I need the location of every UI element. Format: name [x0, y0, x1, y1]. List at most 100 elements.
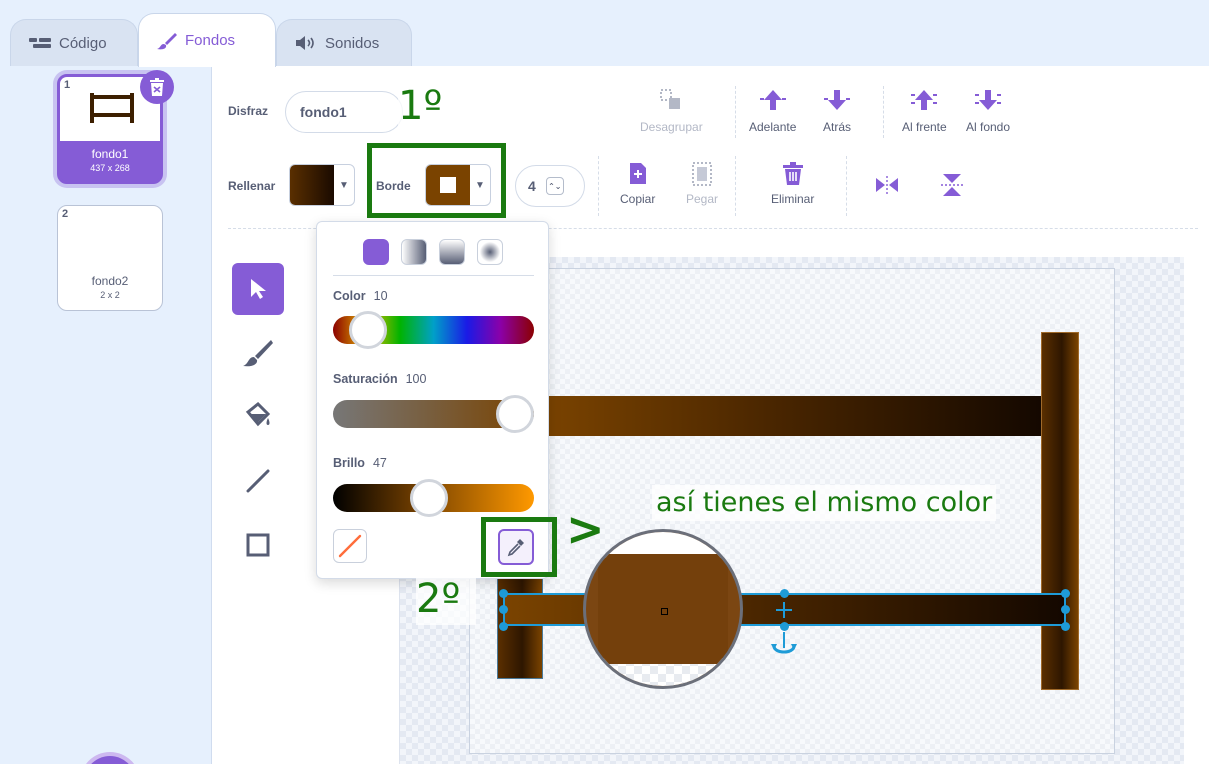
saturation-slider-knob[interactable] — [496, 395, 534, 433]
backward-button[interactable]: Atrás — [823, 88, 851, 134]
popover-divider — [333, 275, 534, 276]
line-tool[interactable] — [232, 455, 284, 507]
saturation-slider-label: Saturación 100 — [333, 372, 426, 386]
resize-handle[interactable] — [499, 589, 508, 598]
brightness-slider-track[interactable] — [333, 479, 534, 517]
resize-handle[interactable] — [499, 622, 508, 631]
flip-vertical-icon — [941, 174, 963, 196]
eyedropper-loupe — [583, 529, 743, 689]
backward-label: Atrás — [823, 120, 852, 134]
color-label: Color — [333, 289, 366, 303]
tab-backdrops-label: Fondos — [185, 32, 236, 49]
radial-gradient-option[interactable] — [477, 239, 503, 265]
saturation-slider-track[interactable] — [333, 395, 534, 433]
annotation-eyedropper-box — [481, 517, 557, 577]
arrow-down-icon — [824, 90, 850, 110]
costume-name-input[interactable] — [285, 91, 403, 133]
move-center-icon[interactable] — [774, 600, 794, 620]
flip-vertical-button[interactable] — [941, 172, 963, 198]
resize-handle[interactable] — [499, 605, 508, 614]
fence-top-rail[interactable] — [545, 396, 1043, 436]
brightness-label: Brillo — [333, 456, 365, 470]
solid-fill-option[interactable] — [363, 239, 389, 265]
tab-sounds[interactable]: Sonidos — [276, 19, 412, 66]
outline-width-stepper[interactable]: 4 ⌃⌄ — [515, 165, 585, 207]
trash-icon — [782, 162, 803, 185]
brightness-slider-knob[interactable] — [409, 479, 448, 517]
tab-backdrops[interactable]: Fondos — [138, 13, 276, 67]
tab-code[interactable]: Código — [10, 19, 138, 66]
annotation-step-1: 1º — [398, 83, 443, 129]
delete-costume-button[interactable] — [140, 70, 174, 104]
resize-handle[interactable] — [1061, 589, 1070, 598]
arrow-bottom-icon — [975, 90, 1002, 110]
forward-button[interactable]: Adelante — [749, 88, 796, 134]
fence-right-post[interactable] — [1041, 332, 1079, 690]
brightness-value: 47 — [372, 456, 387, 470]
costume-item-fondo2[interactable]: 2 fondo2 2 x 2 — [57, 205, 163, 311]
brightness-slider-label: Brillo 47 — [333, 456, 387, 470]
separator — [598, 156, 599, 216]
tab-code-label: Código — [59, 34, 107, 52]
color-slider-track[interactable] — [333, 311, 534, 349]
outline-width-value: 4 — [528, 178, 536, 194]
rotate-handle-icon[interactable] — [770, 632, 798, 658]
fill-color-swatch — [290, 165, 334, 205]
resize-handle[interactable] — [780, 589, 789, 598]
forward-label: Adelante — [749, 120, 797, 134]
copy-icon — [629, 163, 646, 184]
separator — [735, 86, 736, 138]
separator — [883, 86, 884, 138]
no-color-button[interactable] — [333, 529, 367, 563]
code-icon — [29, 38, 51, 48]
editor-tab-bar: Código Fondos Sonidos — [0, 0, 1209, 67]
annotation-outline-box — [367, 143, 506, 218]
costume-name: fondo2 — [91, 274, 129, 288]
stepper-arrows-icon[interactable]: ⌃⌄ — [545, 177, 564, 195]
arrow-top-icon — [911, 90, 938, 110]
resize-handle[interactable] — [1061, 605, 1070, 614]
horizontal-gradient-option[interactable] — [401, 239, 427, 265]
resize-handle[interactable] — [1061, 622, 1070, 631]
speaker-icon — [296, 36, 314, 50]
delete-label: Eliminar — [771, 192, 815, 206]
gradient-type-selector — [363, 239, 503, 265]
resize-handle[interactable] — [780, 622, 789, 631]
brush-icon — [243, 340, 273, 367]
costume-number: 2 — [62, 208, 69, 220]
costume-name: fondo1 — [91, 147, 129, 161]
bring-to-front-button[interactable]: Al frente — [902, 88, 947, 134]
brush-tool[interactable] — [232, 327, 284, 379]
paste-button[interactable]: Pegar — [686, 162, 718, 206]
annotation-note: así tienes el mismo color — [652, 485, 997, 521]
fill-color-button[interactable]: ▼ — [289, 164, 355, 206]
vertical-gradient-option[interactable] — [439, 239, 465, 265]
delete-button[interactable]: Eliminar — [771, 162, 814, 206]
costume-size: 2 x 2 — [100, 290, 120, 300]
rectangle-tool[interactable] — [232, 519, 284, 571]
no-color-slash-icon — [338, 534, 362, 558]
costume-number: 1 — [64, 79, 71, 91]
line-icon — [246, 469, 270, 493]
chevron-down-icon: ▼ — [339, 179, 349, 191]
copy-button[interactable]: Copiar — [620, 162, 655, 206]
ungroup-icon — [660, 89, 681, 109]
arrow-cursor-icon — [251, 279, 266, 299]
color-slider-knob[interactable] — [349, 311, 388, 349]
saturation-value: 100 — [405, 372, 427, 386]
send-to-back-button[interactable]: Al fondo — [966, 88, 1010, 134]
brush-icon — [157, 32, 177, 49]
select-tool[interactable] — [232, 263, 284, 315]
ungroup-label: Desagrupar — [640, 120, 703, 134]
separator — [846, 156, 847, 216]
bring-to-front-label: Al frente — [902, 120, 947, 134]
saturation-label: Saturación — [333, 372, 398, 386]
fill-tool[interactable] — [232, 390, 284, 442]
paint-bucket-icon — [245, 402, 271, 427]
flip-horizontal-button[interactable] — [874, 176, 900, 194]
paste-icon — [692, 162, 713, 186]
costume-size: 437 x 268 — [90, 163, 130, 173]
trash-icon — [150, 78, 164, 96]
annotation-arrow: > — [566, 502, 605, 556]
ungroup-button[interactable]: Desagrupar — [640, 88, 703, 134]
